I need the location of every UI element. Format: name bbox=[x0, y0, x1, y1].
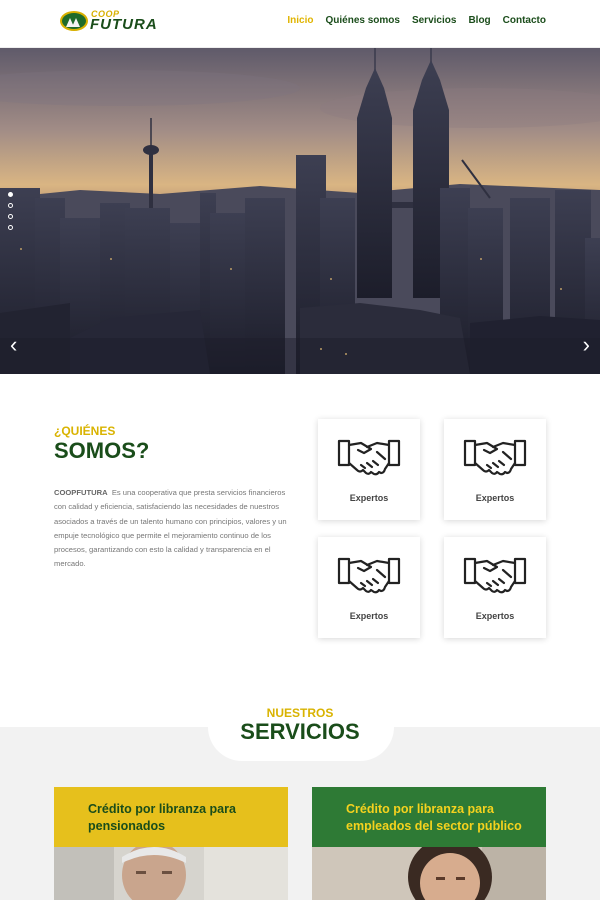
services-kicker: NUESTROS bbox=[266, 706, 334, 720]
woman-photo bbox=[312, 847, 546, 900]
hero-slider: ‹ › bbox=[0, 48, 600, 374]
logo-main-text: FUTURA bbox=[90, 16, 158, 33]
service-card-sector-publico[interactable]: Crédito por libranza para empleados del … bbox=[312, 787, 546, 900]
about-body: Es una cooperativa que presta servicios … bbox=[54, 488, 287, 569]
slider-dot[interactable] bbox=[8, 203, 13, 208]
city-skyline-image bbox=[0, 48, 600, 374]
feature-card[interactable]: Expertos bbox=[444, 419, 546, 520]
slider-dot[interactable] bbox=[8, 214, 13, 219]
handshake-icon bbox=[463, 439, 527, 476]
service-card-pensionados[interactable]: Crédito por libranza para pensionados bbox=[54, 787, 288, 900]
nav-blog[interactable]: Blog bbox=[468, 15, 490, 26]
senior-man-photo bbox=[54, 847, 288, 900]
services-title: SERVICIOS bbox=[240, 719, 360, 744]
card-label: Expertos bbox=[475, 611, 515, 621]
site-header: COOP FUTURA Inicio Quiénes somos Servici… bbox=[0, 0, 600, 48]
nav-contacto[interactable]: Contacto bbox=[503, 15, 546, 26]
card-label: Expertos bbox=[475, 493, 515, 503]
slider-dot[interactable] bbox=[8, 225, 13, 230]
logo-badge-icon bbox=[60, 11, 88, 31]
handshake-icon bbox=[463, 557, 527, 594]
slider-dots bbox=[8, 192, 13, 230]
main-nav: Inicio Quiénes somos Servicios Blog Cont… bbox=[287, 15, 546, 26]
about-kicker: ¿QUIÉNES bbox=[54, 424, 116, 438]
nav-inicio[interactable]: Inicio bbox=[287, 15, 313, 26]
service-card-title: Crédito por libranza para pensionados bbox=[88, 802, 236, 833]
feature-card[interactable]: Expertos bbox=[318, 537, 420, 638]
feature-card[interactable]: Expertos bbox=[318, 419, 420, 520]
chevron-right-icon[interactable]: › bbox=[583, 334, 590, 356]
slider-dot[interactable] bbox=[8, 192, 13, 197]
about-text: COOPFUTURA Es una cooperativa que presta… bbox=[54, 486, 290, 572]
coopfutura-logo[interactable]: COOP FUTURA bbox=[60, 9, 160, 35]
handshake-icon bbox=[337, 439, 401, 476]
about-brand: COOPFUTURA bbox=[54, 488, 108, 497]
handshake-icon bbox=[337, 557, 401, 594]
nav-servicios[interactable]: Servicios bbox=[412, 15, 456, 26]
chevron-left-icon[interactable]: ‹ bbox=[10, 334, 17, 356]
service-card-title: Crédito por libranza para empleados del … bbox=[346, 802, 522, 833]
nav-quienes-somos[interactable]: Quiénes somos bbox=[325, 15, 399, 26]
card-label: Expertos bbox=[349, 493, 389, 503]
card-label: Expertos bbox=[349, 611, 389, 621]
feature-card[interactable]: Expertos bbox=[444, 537, 546, 638]
about-title: SOMOS? bbox=[54, 438, 150, 463]
